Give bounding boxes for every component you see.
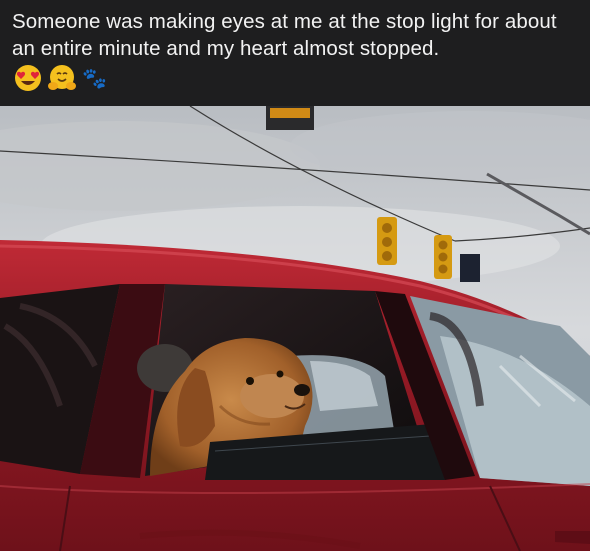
- heart-eyes-emoji-icon: [15, 65, 41, 91]
- dog-nose: [294, 384, 310, 396]
- emoji-row: 🐾: [14, 63, 107, 93]
- hugging-face-emoji-icon: [48, 65, 76, 90]
- social-post: Someone was making eyes at me at the sto…: [0, 0, 590, 551]
- door-handle: [555, 531, 590, 544]
- post-caption: Someone was making eyes at me at the sto…: [12, 10, 557, 60]
- dog-eye: [246, 377, 254, 385]
- traffic-light-2: [434, 235, 452, 279]
- paw-prints-emoji-icon: 🐾: [82, 66, 107, 90]
- traffic-sign: [460, 254, 480, 282]
- post-photo[interactable]: [0, 106, 590, 551]
- traffic-light-1: [377, 217, 397, 265]
